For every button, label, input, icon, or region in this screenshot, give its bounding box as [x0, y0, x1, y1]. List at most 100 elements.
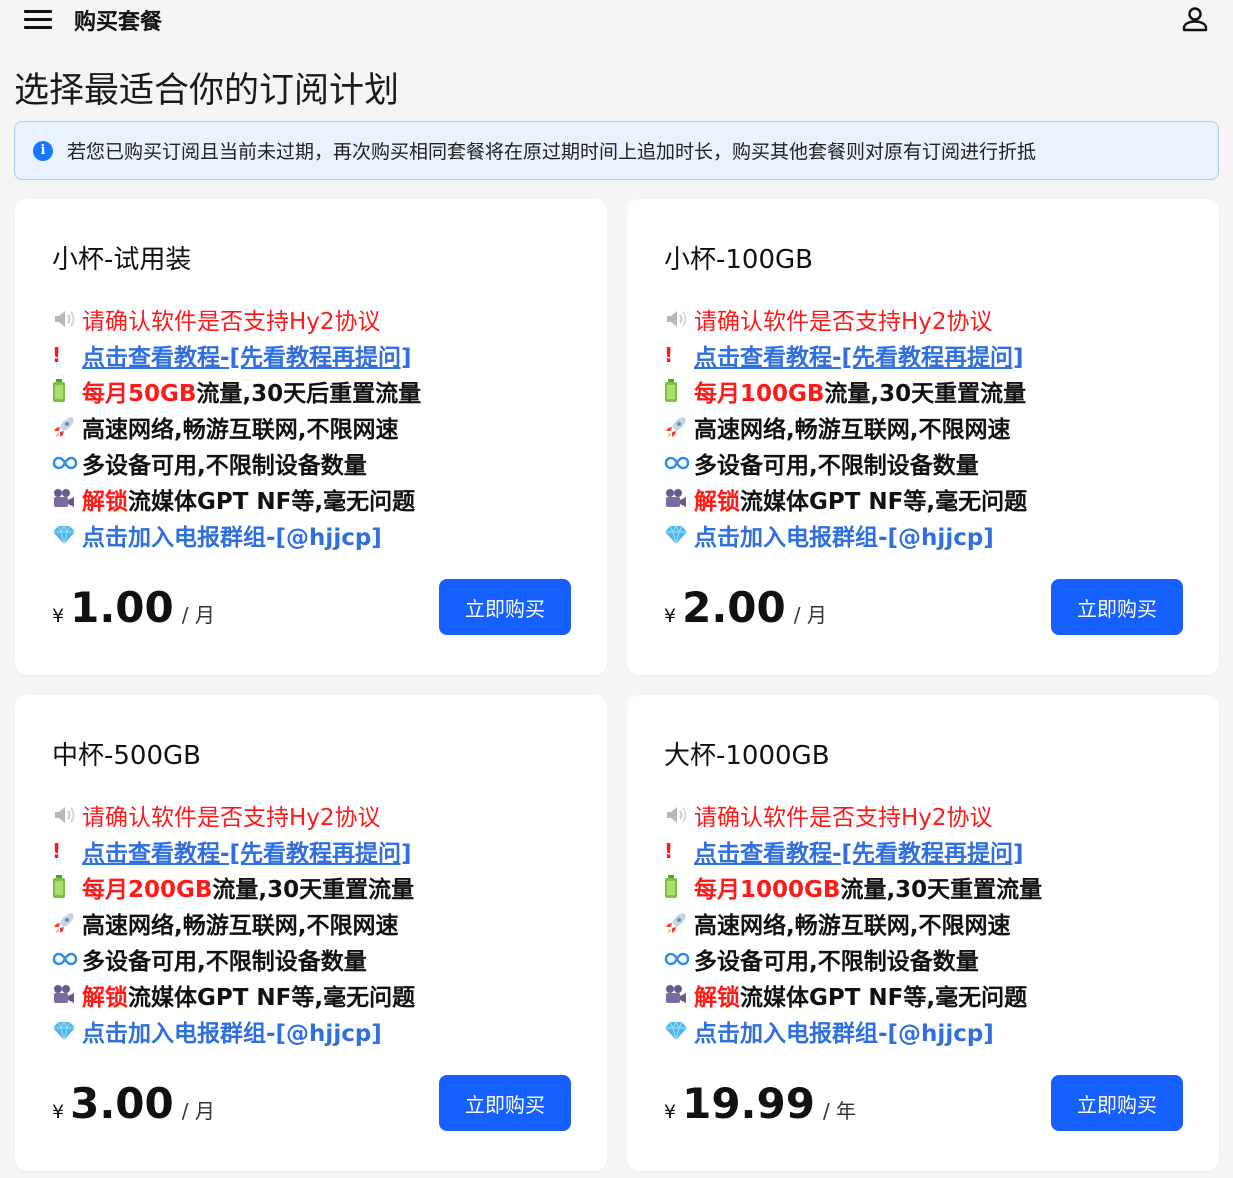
rocket-icon — [52, 415, 82, 439]
telegram-link[interactable]: 点击加入电报群组-[@hjjcp] — [82, 518, 382, 552]
plan-card: 小杯-100GB 请确认软件是否支持Hy2协议 ! 点击查看教程-[先看教程再提… — [627, 199, 1219, 675]
plan-card: 小杯-试用装 请确认软件是否支持Hy2协议 ! 点击查看教程-[先看教程再提问]… — [15, 199, 607, 675]
price-period: / 年 — [822, 1099, 857, 1123]
feature-unlock: 解锁 流媒体GPT NF等,毫无问题 — [664, 481, 1027, 517]
tutorial-link[interactable]: 点击查看教程-[先看教程再提问] — [82, 834, 412, 868]
price: ¥ 3.00 / 月 — [52, 1079, 215, 1128]
tutorial-link[interactable]: 点击查看教程-[先看教程再提问] — [694, 338, 1024, 372]
tutorial-link[interactable]: 点击查看教程-[先看教程再提问] — [82, 338, 412, 372]
price-amount: 2.00 — [682, 583, 786, 632]
info-alert: i 若您已购买订阅且当前未过期，再次购买相同套餐将在原过期时间上追加时长，购买其… — [14, 121, 1219, 180]
price: ¥ 19.99 / 年 — [664, 1079, 857, 1128]
feature-protocol: 请确认软件是否支持Hy2协议 — [52, 301, 421, 337]
feature-traffic: 每月1000GB 流量,30天重置流量 — [664, 869, 1042, 905]
buy-button[interactable]: 立即购买 — [1051, 579, 1183, 635]
plan-name: 大杯-1000GB — [664, 741, 830, 771]
price-period: / 月 — [793, 603, 827, 627]
telegram-link[interactable]: 点击加入电报群组-[@hjjcp] — [694, 1014, 994, 1048]
feature-traffic: 每月200GB 流量,30天重置流量 — [52, 869, 415, 905]
speaker-icon — [664, 805, 694, 825]
user-icon[interactable] — [1180, 4, 1210, 34]
telegram-link[interactable]: 点击加入电报群组-[@hjjcp] — [694, 518, 994, 552]
diamond-icon — [52, 1021, 82, 1041]
exclamation-icon: ! — [52, 343, 62, 367]
price: ¥ 1.00 / 月 — [52, 583, 215, 632]
feature-devices: 多设备可用,不限制设备数量 — [664, 941, 1042, 977]
speaker-icon — [52, 805, 82, 825]
video-camera-icon — [52, 984, 82, 1006]
telegram-link[interactable]: 点击加入电报群组-[@hjjcp] — [82, 1014, 382, 1048]
feature-unlock: 解锁 流媒体GPT NF等,毫无问题 — [52, 481, 421, 517]
diamond-icon — [52, 525, 82, 545]
feature-traffic: 每月50GB 流量,30天后重置流量 — [52, 373, 421, 409]
feature-protocol: 请确认软件是否支持Hy2协议 — [664, 797, 1042, 833]
alert-text: 若您已购买订阅且当前未过期，再次购买相同套餐将在原过期时间上追加时长，购买其他套… — [67, 141, 1037, 163]
feature-devices: 多设备可用,不限制设备数量 — [52, 445, 421, 481]
feature-list: 请确认软件是否支持Hy2协议 ! 点击查看教程-[先看教程再提问] 每月200G… — [52, 797, 415, 1049]
battery-icon — [52, 875, 82, 899]
battery-icon — [52, 379, 82, 403]
speaker-icon — [52, 309, 82, 329]
feature-tutorial: ! 点击查看教程-[先看教程再提问] — [664, 833, 1042, 869]
price-amount: 1.00 — [70, 583, 174, 632]
feature-telegram: 点击加入电报群组-[@hjjcp] — [664, 1013, 1042, 1049]
video-camera-icon — [52, 488, 82, 510]
page-title: 选择最适合你的订阅计划 — [14, 71, 400, 111]
price-amount: 3.00 — [70, 1079, 174, 1128]
app-title: 购买套餐 — [74, 10, 163, 35]
feature-devices: 多设备可用,不限制设备数量 — [664, 445, 1027, 481]
video-camera-icon — [664, 488, 694, 510]
price: ¥ 2.00 / 月 — [664, 583, 827, 632]
rocket-icon — [664, 911, 694, 935]
feature-tutorial: ! 点击查看教程-[先看教程再提问] — [52, 337, 421, 373]
buy-button[interactable]: 立即购买 — [439, 1075, 571, 1131]
feature-speed: 高速网络,畅游互联网,不限网速 — [52, 409, 421, 445]
plan-card: 中杯-500GB 请确认软件是否支持Hy2协议 ! 点击查看教程-[先看教程再提… — [15, 695, 607, 1171]
exclamation-icon: ! — [664, 343, 674, 367]
feature-list: 请确认软件是否支持Hy2协议 ! 点击查看教程-[先看教程再提问] 每月100G… — [664, 301, 1027, 553]
feature-tutorial: ! 点击查看教程-[先看教程再提问] — [52, 833, 415, 869]
plan-name: 小杯-试用装 — [52, 245, 192, 275]
feature-devices: 多设备可用,不限制设备数量 — [52, 941, 415, 977]
exclamation-icon: ! — [664, 839, 674, 863]
plan-card: 大杯-1000GB 请确认软件是否支持Hy2协议 ! 点击查看教程-[先看教程再… — [627, 695, 1219, 1171]
battery-icon — [664, 379, 694, 403]
feature-protocol: 请确认软件是否支持Hy2协议 — [664, 301, 1027, 337]
feature-protocol: 请确认软件是否支持Hy2协议 — [52, 797, 415, 833]
infinity-icon — [52, 456, 82, 470]
feature-telegram: 点击加入电报群组-[@hjjcp] — [52, 1013, 415, 1049]
feature-list: 请确认软件是否支持Hy2协议 ! 点击查看教程-[先看教程再提问] 每月1000… — [664, 797, 1042, 1049]
diamond-icon — [664, 525, 694, 545]
menu-icon[interactable] — [24, 10, 52, 30]
plan-name: 小杯-100GB — [664, 245, 813, 275]
rocket-icon — [52, 911, 82, 935]
feature-telegram: 点击加入电报群组-[@hjjcp] — [664, 517, 1027, 553]
price-period: / 月 — [181, 1099, 215, 1123]
feature-list: 请确认软件是否支持Hy2协议 ! 点击查看教程-[先看教程再提问] 每月50GB… — [52, 301, 421, 553]
feature-unlock: 解锁 流媒体GPT NF等,毫无问题 — [52, 977, 415, 1013]
feature-telegram: 点击加入电报群组-[@hjjcp] — [52, 517, 421, 553]
rocket-icon — [664, 415, 694, 439]
tutorial-link[interactable]: 点击查看教程-[先看教程再提问] — [694, 834, 1024, 868]
buy-button[interactable]: 立即购买 — [1051, 1075, 1183, 1131]
diamond-icon — [664, 1021, 694, 1041]
infinity-icon — [52, 952, 82, 966]
video-camera-icon — [664, 984, 694, 1006]
price-amount: 19.99 — [682, 1079, 815, 1128]
feature-unlock: 解锁 流媒体GPT NF等,毫无问题 — [664, 977, 1042, 1013]
top-bar: 购买套餐 — [0, 0, 1233, 40]
plan-name: 中杯-500GB — [52, 741, 201, 771]
feature-speed: 高速网络,畅游互联网,不限网速 — [664, 409, 1027, 445]
feature-speed: 高速网络,畅游互联网,不限网速 — [52, 905, 415, 941]
feature-tutorial: ! 点击查看教程-[先看教程再提问] — [664, 337, 1027, 373]
feature-traffic: 每月100GB 流量,30天重置流量 — [664, 373, 1027, 409]
feature-speed: 高速网络,畅游互联网,不限网速 — [664, 905, 1042, 941]
buy-button[interactable]: 立即购买 — [439, 579, 571, 635]
battery-icon — [664, 875, 694, 899]
price-period: / 月 — [181, 603, 215, 627]
exclamation-icon: ! — [52, 839, 62, 863]
infinity-icon — [664, 456, 694, 470]
speaker-icon — [664, 309, 694, 329]
infinity-icon — [664, 952, 694, 966]
info-icon: i — [33, 140, 53, 161]
